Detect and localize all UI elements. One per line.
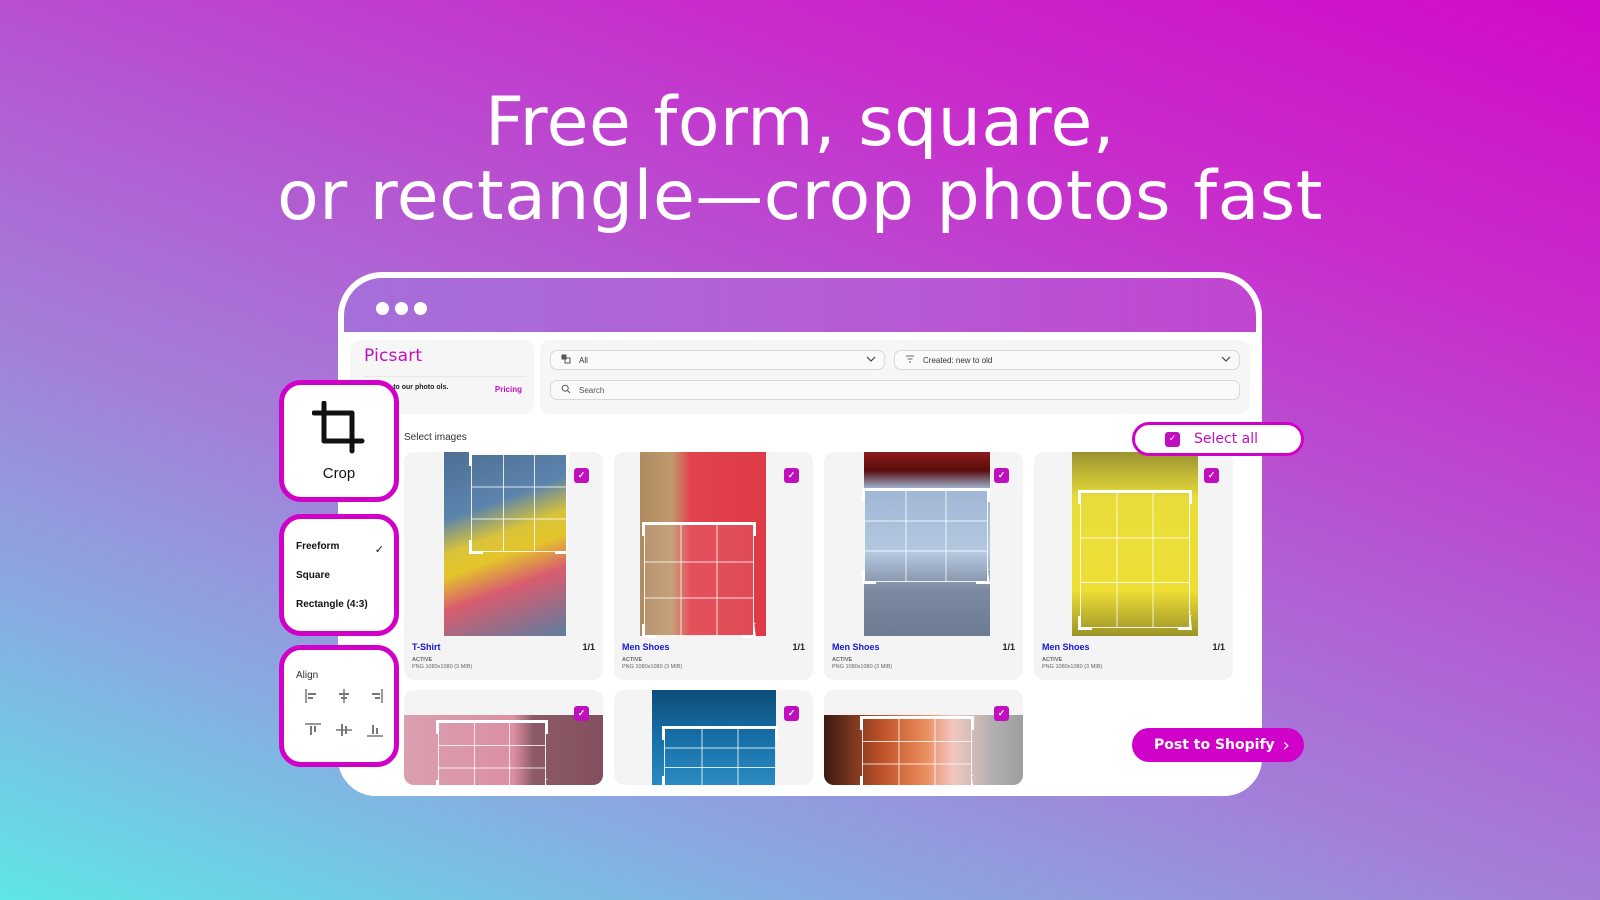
filters-card: All Created: new to old Search bbox=[540, 340, 1250, 414]
product-card[interactable]: ✓ Men Shoes 1/1 ACTIVE PNG 1080x1080 (3 … bbox=[1034, 452, 1233, 680]
checkmark-icon: ✓ bbox=[374, 544, 384, 556]
type-select[interactable]: All bbox=[550, 350, 885, 370]
product-status: ACTIVE bbox=[412, 657, 433, 663]
align-panel: Align bbox=[279, 645, 399, 767]
divider bbox=[364, 376, 526, 377]
crop-grid-overlay[interactable] bbox=[471, 454, 567, 552]
crop-mode-menu: Freeform ✓ Square Rectangle (4:3) bbox=[279, 514, 399, 636]
product-count: 1/1 bbox=[792, 642, 805, 652]
checkbox-checked[interactable]: ✓ bbox=[994, 706, 1009, 721]
product-card[interactable]: ✓ Men Shoes 1/1 ACTIVE PNG 1080x1080 (3 … bbox=[824, 452, 1023, 680]
product-card[interactable]: ✓ bbox=[404, 690, 603, 785]
gallery-icon bbox=[561, 354, 573, 366]
checkbox-checked[interactable]: ✓ bbox=[784, 706, 799, 721]
product-status: ACTIVE bbox=[1042, 657, 1063, 663]
crop-grid-overlay[interactable] bbox=[1080, 492, 1190, 628]
product-status: ACTIVE bbox=[622, 657, 643, 663]
crop-grid-overlay[interactable] bbox=[664, 728, 776, 785]
align-middle-v-icon[interactable] bbox=[335, 722, 353, 738]
align-left-icon[interactable] bbox=[304, 688, 322, 704]
product-meta: PNG 1080x1080 (3 MIB) bbox=[1042, 664, 1103, 670]
product-meta: PNG 1080x1080 (3 MIB) bbox=[622, 664, 683, 670]
headline-line-1: Free form, square, bbox=[485, 83, 1115, 162]
product-meta: PNG 1080x1080 (3 MIB) bbox=[412, 664, 473, 670]
align-top-icon[interactable] bbox=[304, 722, 322, 738]
type-select-value: All bbox=[579, 355, 588, 365]
product-name[interactable]: Men Shoes bbox=[1042, 642, 1090, 652]
checkbox-checked[interactable]: ✓ bbox=[1204, 468, 1219, 483]
app-content: Picsart l access to our photo ols. Prici… bbox=[344, 332, 1256, 790]
mode-square[interactable]: Square bbox=[296, 570, 330, 581]
headline: Free form, square, or rectangle—crop pho… bbox=[0, 86, 1600, 234]
product-count: 1/1 bbox=[582, 642, 595, 652]
product-meta: PNG 1080x1080 (3 MIB) bbox=[832, 664, 893, 670]
browser-title-bar bbox=[344, 278, 1256, 332]
window-dot bbox=[376, 302, 389, 315]
select-all-button[interactable]: ✓ Select all bbox=[1132, 422, 1304, 456]
product-status: ACTIVE bbox=[832, 657, 853, 663]
crop-grid-overlay[interactable] bbox=[644, 524, 754, 636]
align-center-h-icon[interactable] bbox=[335, 688, 353, 704]
window-dot bbox=[414, 302, 427, 315]
sort-select[interactable]: Created: new to old bbox=[894, 350, 1240, 370]
mode-rectangle[interactable]: Rectangle (4:3) bbox=[296, 599, 368, 610]
headline-line-2: or rectangle—crop photos fast bbox=[277, 157, 1323, 236]
sort-select-value: Created: new to old bbox=[923, 355, 993, 365]
product-count: 1/1 bbox=[1212, 642, 1225, 652]
crop-grid-overlay[interactable] bbox=[438, 722, 546, 785]
product-card[interactable]: ✓ bbox=[824, 690, 1023, 785]
search-placeholder: Search bbox=[579, 385, 605, 395]
chevron-down-icon bbox=[866, 354, 876, 367]
checkbox-checked[interactable]: ✓ bbox=[784, 468, 799, 483]
align-bottom-icon[interactable] bbox=[366, 722, 384, 738]
checkbox-checked[interactable]: ✓ bbox=[574, 468, 589, 483]
checkbox-checked[interactable]: ✓ bbox=[994, 468, 1009, 483]
picsart-logo[interactable]: Picsart bbox=[364, 346, 422, 366]
product-card[interactable]: ✓ bbox=[614, 690, 813, 785]
crop-grid-overlay[interactable] bbox=[862, 718, 972, 785]
mode-freeform[interactable]: Freeform bbox=[296, 541, 339, 552]
product-count: 1/1 bbox=[1002, 642, 1015, 652]
product-card[interactable]: ✓ Men Shoes 1/1 ACTIVE PNG 1080x1080 (3 … bbox=[614, 452, 813, 680]
chevron-down-icon bbox=[1221, 354, 1231, 367]
search-icon bbox=[561, 384, 573, 396]
window-dots-icon bbox=[376, 302, 427, 315]
select-images-label: Select images bbox=[404, 432, 467, 443]
post-to-shopify-button[interactable]: Post to Shopify › bbox=[1132, 728, 1304, 762]
crop-tool-button[interactable]: Crop bbox=[279, 380, 399, 502]
checkbox-checked-icon: ✓ bbox=[1165, 431, 1180, 447]
align-right-icon[interactable] bbox=[366, 688, 384, 704]
product-card[interactable]: ✓ T-Shirt 1/1 ACTIVE PNG 1080x1080 (3 MI… bbox=[404, 452, 603, 680]
product-name[interactable]: T-Shirt bbox=[412, 642, 441, 652]
browser-window: Picsart l access to our photo ols. Prici… bbox=[338, 272, 1262, 796]
post-to-shopify-label: Post to Shopify bbox=[1154, 737, 1275, 753]
align-title: Align bbox=[296, 670, 319, 681]
crop-label: Crop bbox=[322, 465, 356, 482]
filter-icon bbox=[905, 354, 917, 366]
product-name[interactable]: Men Shoes bbox=[832, 642, 880, 652]
crop-grid-overlay[interactable] bbox=[864, 490, 988, 582]
crop-icon bbox=[312, 401, 365, 454]
checkbox-checked[interactable]: ✓ bbox=[574, 706, 589, 721]
select-all-label: Select all bbox=[1194, 431, 1258, 447]
product-name[interactable]: Men Shoes bbox=[622, 642, 670, 652]
search-input[interactable]: Search bbox=[550, 380, 1240, 400]
chevron-right-icon: › bbox=[1282, 734, 1290, 756]
window-dot bbox=[395, 302, 408, 315]
pricing-link[interactable]: Pricing bbox=[495, 385, 522, 394]
